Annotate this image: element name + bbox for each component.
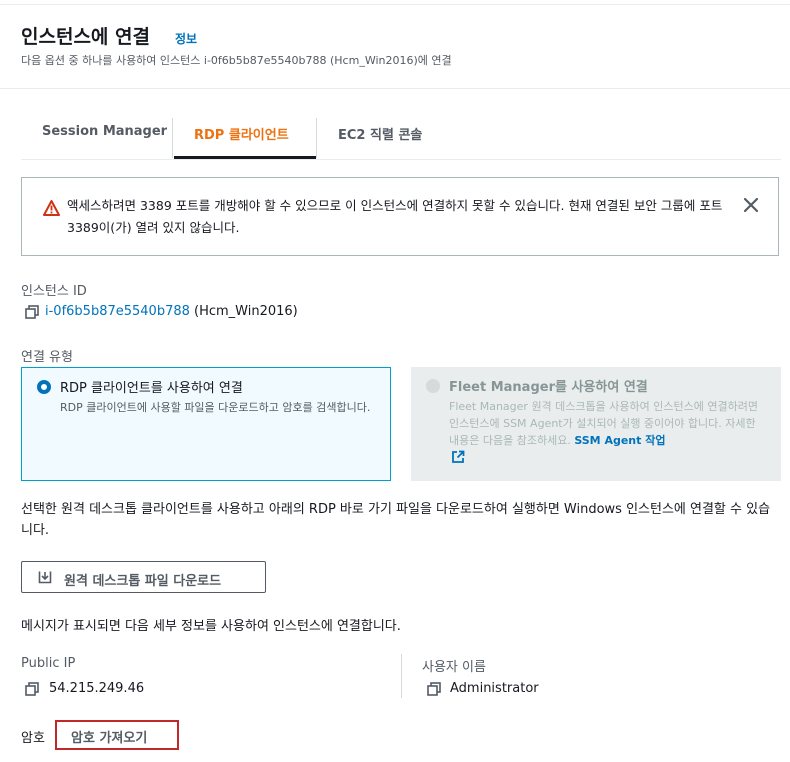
rdp-instructions: 선택한 원격 데스크톱 클라이언트를 사용하고 아래의 RDP 바로 가기 파일… — [21, 502, 771, 538]
copy-icon[interactable] — [427, 682, 441, 696]
ssm-agent-link[interactable]: SSM Agent 작업 — [574, 434, 665, 447]
copy-icon[interactable] — [25, 682, 39, 696]
instance-id-link[interactable]: i-0f6b5b87e5540b788 — [45, 304, 190, 319]
fleet-radio — [426, 379, 440, 393]
warning-alert: 액세스하려면 3389 포트를 개방해야 할 수 있으므로 이 인스턴스에 연결… — [21, 177, 779, 256]
top-border — [0, 4, 790, 5]
download-icon — [38, 571, 52, 584]
password-label: 암호 — [21, 731, 45, 746]
detail-instructions: 메시지가 표시되면 다음 세부 정보를 사용하여 인스턴스에 연결합니다. — [21, 619, 401, 634]
alert-message: 액세스하려면 3389 포트를 개방해야 할 수 있으므로 이 인스턴스에 연결… — [67, 198, 723, 235]
username-label: 사용자 이름 — [422, 660, 486, 675]
download-button-label: 원격 데스크톱 파일 다운로드 — [64, 574, 222, 589]
page-subtitle: 다음 옵션 중 하나를 사용하여 인스턴스 i-0f6b5b87e5540b78… — [21, 54, 452, 67]
warning-icon — [43, 200, 60, 216]
get-password-button-label: 암호 가져오기 — [71, 731, 148, 746]
page-title: 인스턴스에 연결 — [21, 26, 150, 48]
header-divider — [0, 88, 790, 89]
username-value: Administrator — [450, 681, 539, 696]
connection-type-label: 연결 유형 — [21, 350, 73, 365]
rdp-option-title: RDP 클라이언트를 사용하여 연결 — [60, 381, 243, 396]
tab-session-manager[interactable]: Session Manager — [42, 124, 167, 139]
tab-rdp-client[interactable]: RDP 클라이언트 — [194, 124, 289, 143]
public-ip-value: 54.215.249.46 — [49, 681, 145, 696]
instance-id-label: 인스턴스 ID — [21, 284, 87, 299]
rdp-option-description: RDP 클라이언트에 사용할 파일을 다운로드하고 암호를 검색합니다. — [60, 401, 371, 414]
external-link-icon[interactable] — [451, 450, 465, 464]
close-icon[interactable] — [742, 196, 760, 214]
instance-name: (Hcm_Win2016) — [194, 304, 298, 319]
tab-separator — [316, 118, 317, 158]
rdp-client-option[interactable]: RDP 클라이언트를 사용하여 연결 RDP 클라이언트에 사용할 파일을 다운… — [21, 367, 391, 481]
public-ip-label: Public IP — [21, 656, 76, 671]
info-link[interactable]: 정보 — [175, 30, 197, 47]
get-password-button[interactable]: 암호 가져오기 — [55, 720, 179, 750]
fleet-manager-option: Fleet Manager를 사용하여 연결 Fleet Manager 원격 … — [411, 367, 781, 481]
tab-ec2-serial-console[interactable]: EC2 직렬 콘솔 — [338, 124, 422, 143]
column-divider — [401, 654, 402, 698]
download-rdp-file-button[interactable]: 원격 데스크톱 파일 다운로드 — [21, 561, 266, 593]
fleet-option-title: Fleet Manager를 사용하여 연결 — [449, 380, 648, 395]
tabs-divider — [21, 159, 781, 160]
active-tab-indicator — [174, 156, 316, 159]
tab-separator — [172, 118, 173, 158]
fleet-option-description: Fleet Manager 원격 데스크톱을 사용하여 인스턴스에 연결하려면 … — [449, 398, 769, 449]
rdp-radio[interactable] — [37, 380, 51, 394]
copy-icon[interactable] — [25, 305, 39, 319]
